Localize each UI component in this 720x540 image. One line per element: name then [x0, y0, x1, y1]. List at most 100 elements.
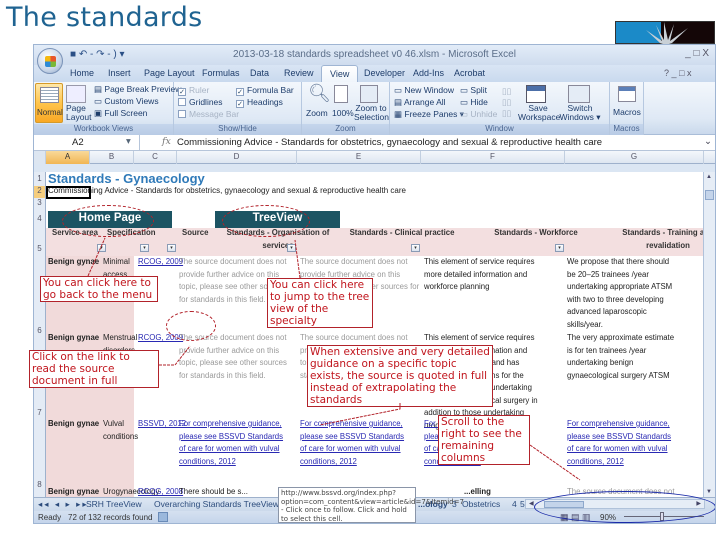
sheet-tab-srh-treeview[interactable]: SRH TreeView — [86, 499, 142, 509]
page-break-preview-button[interactable]: ▤ Page Break Preview — [94, 84, 181, 95]
tab-insert[interactable]: Insert — [108, 68, 131, 78]
name-box-dropdown-icon[interactable]: ▾ — [126, 136, 131, 147]
macro-record-icon[interactable] — [158, 512, 168, 522]
filter-dropdown-icon[interactable]: ▾ — [555, 244, 564, 252]
column-header-d[interactable]: D — [177, 151, 297, 164]
custom-views-button[interactable]: ▭ Custom Views — [94, 96, 159, 107]
cell-clinical-link[interactable]: For comprehensive guidance, please see B… — [300, 418, 412, 468]
tab-data[interactable]: Data — [250, 68, 269, 78]
tab-acrobat[interactable]: Acrobat — [454, 68, 485, 78]
sheet-subtitle: Commissioning Advice - Standards for obs… — [48, 186, 406, 195]
column-header-c[interactable]: C — [134, 151, 177, 164]
column-header-f[interactable]: F — [421, 151, 565, 164]
row-header-3[interactable]: 3 — [34, 198, 46, 210]
cell-training[interactable]: The very approximate estimate is for ten… — [567, 332, 677, 392]
row-header-2[interactable]: 2 — [34, 186, 46, 198]
column-header-e[interactable]: E — [297, 151, 421, 164]
zoom-to-selection-button[interactable]: Zoom to Selection — [354, 104, 389, 122]
save-workspace-button[interactable]: Save Workspace — [518, 104, 560, 122]
filter-dropdown-icon[interactable]: ▾ — [97, 244, 106, 252]
expand-formula-icon[interactable]: ⌄ — [704, 136, 712, 147]
group-macros: Macros Macros — [610, 82, 644, 135]
window-controls[interactable]: _ □ X — [685, 48, 709, 59]
row-header-1[interactable]: 1 — [34, 172, 46, 186]
cell-source-link[interactable]: RCOG, 2009 — [138, 256, 183, 269]
page-break-icon: ▤ — [94, 84, 105, 94]
sheet-tab-overarching[interactable]: Overarching Standards TreeView — [154, 499, 279, 509]
filter-dropdown-icon[interactable]: ▾ — [140, 244, 149, 252]
fx-icon[interactable]: fx — [162, 136, 171, 147]
formula-bar-checkbox[interactable]: ✓ Formula Bar — [236, 85, 294, 96]
cell-training[interactable]: We propose that there should be 20–25 tr… — [567, 256, 677, 340]
row-header-8[interactable]: 8 — [34, 422, 46, 497]
filter-dropdown-icon[interactable]: ▾ — [411, 244, 420, 252]
zoom-button[interactable]: Zoom — [306, 108, 328, 118]
row-header-5[interactable]: 5 — [34, 228, 46, 256]
tab-review[interactable]: Review — [284, 68, 314, 78]
split-button[interactable]: ▭ Split — [460, 85, 487, 96]
cell-source-link[interactable]: RCOG, 2008 — [138, 486, 183, 497]
vertical-scrollbar[interactable]: ▲ ▼ — [703, 172, 715, 497]
home-page-ellipse — [62, 205, 154, 237]
cell-service-area[interactable]: Benign gynae — [48, 332, 99, 345]
tab-home[interactable]: Home — [70, 68, 94, 78]
headings-checkbox[interactable]: ✓ Headings — [236, 97, 283, 108]
column-headers: A B C D E F G — [34, 151, 715, 164]
star-logo-icon — [646, 22, 688, 45]
tab-formulas[interactable]: Formulas — [202, 68, 240, 78]
new-window-button[interactable]: ▭ New Window — [394, 85, 454, 96]
office-button[interactable] — [37, 48, 63, 74]
select-all-button[interactable] — [34, 151, 46, 164]
hide-button[interactable]: ▭ Hide — [460, 97, 488, 108]
tab-page-layout[interactable]: Page Layout — [144, 68, 195, 78]
row-header-4[interactable]: 4 — [34, 210, 46, 228]
freeze-icon: ▦ — [394, 109, 405, 119]
scroll-left-icon[interactable]: ◀ — [529, 500, 534, 507]
page-layout-icon — [66, 85, 86, 103]
group-label: Workbook Views — [34, 124, 173, 135]
unhide-button[interactable]: ▭ Unhide — [460, 109, 497, 120]
message-bar-checkbox[interactable]: Message Bar — [178, 109, 239, 119]
tab-add-ins[interactable]: Add-Ins — [413, 68, 444, 78]
cell-workforce[interactable]: ...elling — [464, 486, 491, 497]
group-show-hide: ✓ Ruler Gridlines Message Bar ✓ Formula Ba… — [174, 82, 302, 135]
scroll-up-icon[interactable]: ▲ — [706, 174, 712, 180]
page-layout-button[interactable]: Page Layout — [66, 104, 92, 122]
scroll-down-icon[interactable]: ▼ — [706, 489, 712, 495]
sheet-nav-arrows[interactable]: ◂◂ ◂ ▸ ▸▸ — [38, 499, 89, 510]
cell-organisation-link[interactable]: For comprehensive guidance, please see B… — [179, 418, 291, 468]
help-icon[interactable]: ? _ □ x — [664, 68, 691, 78]
sheet-tab-4[interactable]: 4 — [512, 499, 517, 509]
full-screen-button[interactable]: ▣ Full Screen — [94, 108, 147, 119]
gridlines-checkbox[interactable]: Gridlines — [178, 97, 223, 107]
filter-dropdown-icon[interactable]: ▾ — [287, 244, 296, 252]
column-header-g[interactable]: G — [565, 151, 704, 164]
normal-view-button[interactable]: Normal — [35, 83, 63, 123]
switch-windows-button[interactable]: Switch Windows ▾ — [558, 104, 602, 122]
side-by-side-icons[interactable]: ▯▯ ▯▯ ▯▯ — [502, 86, 511, 119]
tab-developer[interactable]: Developer — [364, 68, 405, 78]
zoom-100-button[interactable]: 100% — [332, 108, 354, 118]
cell-service-area[interactable]: Benign gynae — [48, 486, 99, 497]
column-header-a[interactable]: A — [46, 151, 90, 164]
ruler-checkbox[interactable]: ✓ Ruler — [178, 85, 209, 96]
scroll-thumb[interactable] — [705, 190, 714, 200]
filter-dropdown-icon[interactable]: ▾ — [167, 244, 176, 252]
freeze-panes-button[interactable]: ▦ Freeze Panes ▾ — [394, 109, 464, 120]
star-logo — [615, 21, 715, 45]
cell-training-link[interactable]: For comprehensive guidance, please see B… — [567, 418, 677, 468]
ribbon-tabs: Home Insert Page Layout Formulas Data Re… — [34, 65, 715, 82]
cell-workforce[interactable]: This element of service requires more de… — [424, 256, 550, 294]
sheet-tab-obstetrics[interactable]: Obstetrics — [462, 499, 500, 509]
callout-link: Click on the link to read the source doc… — [29, 350, 159, 388]
cell-service-area[interactable]: Benign gynae — [48, 256, 99, 269]
column-header-b[interactable]: B — [90, 151, 134, 164]
formula-input[interactable]: Commissioning Advice - Standards for obs… — [177, 137, 602, 148]
macros-icon — [618, 86, 636, 102]
tab-view[interactable]: View — [321, 65, 359, 82]
arrange-all-button[interactable]: ▤ Arrange All — [394, 97, 446, 108]
cell-service-area[interactable]: Benign gynae — [48, 418, 99, 431]
name-box[interactable]: A2 — [34, 135, 140, 151]
cell-organisation[interactable]: There should be s... — [179, 486, 248, 497]
macros-button[interactable]: Macros — [613, 107, 641, 117]
